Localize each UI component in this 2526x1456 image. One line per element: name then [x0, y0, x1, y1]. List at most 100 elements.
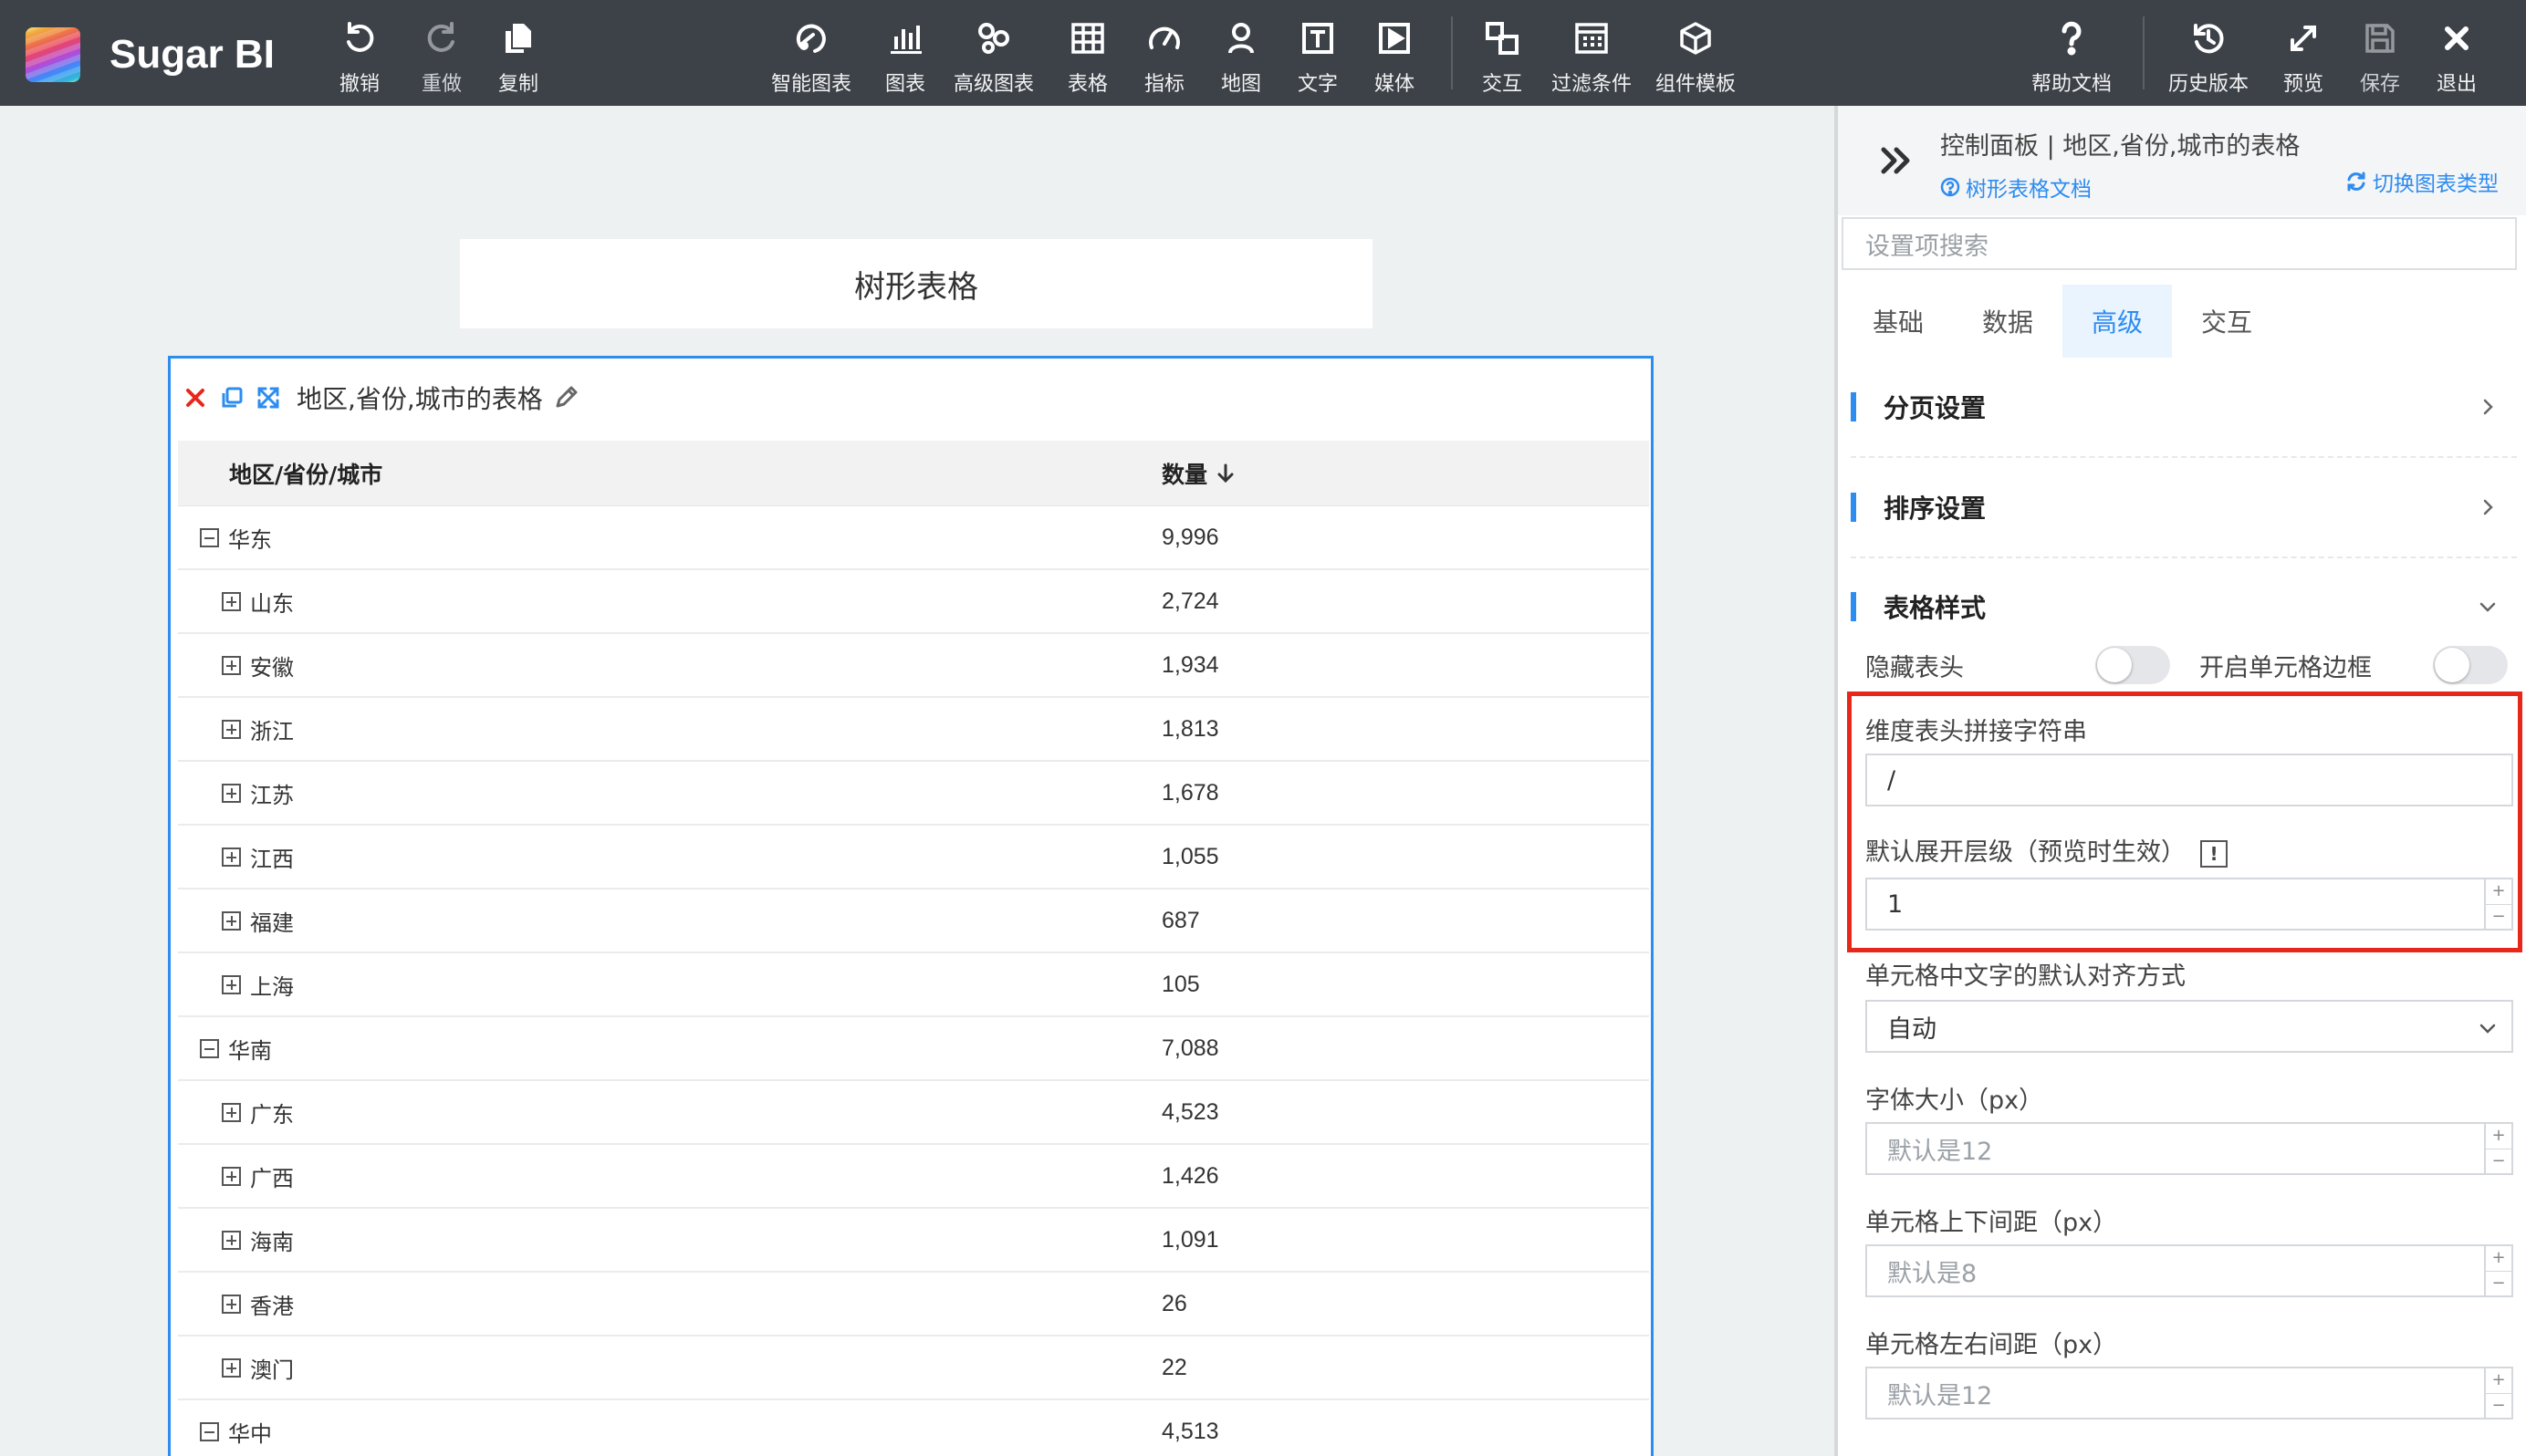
duplicate-widget-button[interactable] [218, 384, 245, 411]
cell-border-toggle[interactable] [2433, 646, 2508, 684]
decrement-button[interactable]: − [2486, 1394, 2511, 1419]
close-icon [186, 389, 204, 407]
report-title-box[interactable]: 树形表格 [460, 239, 1373, 328]
cell-horizontal-padding-input[interactable]: 默认是12 + − [1865, 1367, 2513, 1420]
cell-border-label: 开启单元格边框 [2199, 654, 2372, 682]
expand-node-icon[interactable] [222, 783, 241, 803]
expand-node-icon[interactable] [222, 591, 241, 611]
increment-button[interactable]: + [2486, 1124, 2511, 1149]
decrement-button[interactable]: − [2486, 1149, 2511, 1174]
tree-node-label: 江苏 [250, 782, 294, 808]
table-row[interactable]: 江苏 1,678 [178, 762, 1649, 826]
table-row[interactable]: 江西 1,055 [178, 826, 1649, 889]
chart-button[interactable]: 图表 [885, 20, 925, 97]
table-row[interactable]: 海南 1,091 [178, 1209, 1649, 1273]
decrement-button[interactable]: − [2486, 1272, 2511, 1296]
table-row[interactable]: 广东 4,523 [178, 1081, 1649, 1145]
media-button[interactable]: 媒体 [1374, 20, 1414, 97]
filter-button[interactable]: 过滤条件 [1551, 20, 1632, 97]
table-header: 地区/省份/城市 数量 [178, 441, 1649, 506]
section-table-style[interactable]: 表格样式 [1851, 556, 2517, 657]
save-button[interactable]: 保存 [2360, 20, 2400, 97]
chevron-right-icon [2483, 499, 2493, 515]
sort-desc-icon[interactable] [1215, 463, 1237, 484]
delete-widget-button[interactable] [182, 384, 209, 411]
count-cell: 9,996 [1162, 524, 1219, 550]
increment-button[interactable]: + [2486, 1368, 2511, 1394]
section-marker [1851, 493, 1856, 522]
hide-header-toggle[interactable] [2095, 646, 2170, 684]
help-docs-button[interactable]: 帮助文档 [2031, 20, 2112, 97]
column-header-count[interactable]: 数量 [1162, 457, 1237, 490]
switch-chart-type-link[interactable]: 切换图表类型 [2345, 166, 2499, 197]
tab-basic[interactable]: 基础 [1843, 285, 1953, 358]
smart-chart-button[interactable]: 智能图表 [771, 20, 851, 97]
exit-button[interactable]: 退出 [2437, 20, 2477, 97]
text-align-select[interactable]: 自动 [1865, 1000, 2513, 1053]
expand-node-icon[interactable] [222, 1357, 241, 1378]
expand-node-icon[interactable] [222, 719, 241, 739]
undo-button[interactable]: 撤销 [339, 20, 380, 97]
increment-button[interactable]: + [2486, 1246, 2511, 1272]
text-button[interactable]: 文字 [1298, 20, 1338, 97]
tab-interaction[interactable]: 交互 [2172, 285, 2281, 358]
collapse-node-icon[interactable] [200, 1421, 219, 1441]
tab-advanced[interactable]: 高级 [2062, 285, 2172, 358]
fullscreen-widget-button[interactable] [255, 384, 282, 411]
edit-title-icon[interactable] [552, 384, 579, 411]
count-cell: 4,513 [1162, 1418, 1219, 1444]
expand-node-icon[interactable] [222, 1166, 241, 1186]
section-sorting[interactable]: 排序设置 [1851, 458, 2517, 558]
table-button[interactable]: 表格 [1068, 20, 1108, 97]
tree-table-widget[interactable]: 地区,省份,城市的表格 地区/省份/城市 数量 华东 9,996 山东 2,724 安徽… [168, 356, 1654, 1456]
column-header-dimension[interactable]: 地区/省份/城市 [178, 457, 1162, 490]
table-row[interactable]: 华东 9,996 [178, 506, 1649, 570]
table-row[interactable]: 香港 26 [178, 1273, 1649, 1336]
expand-node-icon[interactable] [222, 1294, 241, 1314]
redo-icon [427, 22, 454, 52]
table-row[interactable]: 浙江 1,813 [178, 698, 1649, 762]
hide-header-label: 隐藏表头 [1865, 654, 1964, 682]
advanced-chart-button[interactable]: 高级图表 [954, 20, 1034, 97]
redo-button[interactable]: 帮助文档 重做 [422, 20, 462, 97]
toolbar-divider [1451, 16, 1453, 89]
preview-button[interactable]: 预览 [2283, 20, 2323, 97]
table-row[interactable]: 山东 2,724 [178, 570, 1649, 634]
tree-cell: 华东 [178, 522, 1162, 554]
tab-data[interactable]: 数据 [1953, 285, 2062, 358]
collapse-panel-icon[interactable] [1876, 140, 1916, 181]
table-row[interactable]: 华中 4,513 [178, 1400, 1649, 1456]
map-button[interactable]: 地图 [1221, 20, 1261, 97]
expand-node-icon[interactable] [222, 847, 241, 867]
panel-header: 控制面板 | 地区,省份,城市的表格 树形表格文档 切换图表类型 [1838, 106, 2526, 215]
expand-node-icon[interactable] [222, 655, 241, 675]
tree-node-label: 山东 [250, 590, 294, 617]
cell-vertical-padding-input[interactable]: 默认是8 + − [1865, 1244, 2513, 1297]
table-row[interactable]: 华南 7,088 [178, 1017, 1649, 1081]
tree-node-label: 香港 [250, 1293, 294, 1319]
expand-node-icon[interactable] [222, 1102, 241, 1122]
table-row[interactable]: 澳门 22 [178, 1336, 1649, 1400]
font-size-label: 字体大小（px） [1865, 1087, 2044, 1115]
table-row[interactable]: 福建 687 [178, 889, 1649, 953]
copy-button[interactable]: 复制 [498, 20, 538, 97]
font-size-input[interactable]: 默认是12 + − [1865, 1122, 2513, 1175]
count-cell: 22 [1162, 1354, 1187, 1380]
tree-table-doc-link[interactable]: 树形表格文档 [1940, 172, 2092, 203]
collapse-node-icon[interactable] [200, 527, 219, 547]
metric-button[interactable]: 指标 [1144, 20, 1185, 97]
history-button[interactable]: 历史版本 [2168, 20, 2249, 97]
table-row[interactable]: 广西 1,426 [178, 1145, 1649, 1209]
settings-search-input[interactable]: 设置项搜索 [1842, 217, 2517, 270]
section-pagination[interactable]: 分页设置 [1851, 358, 2517, 458]
component-template-button[interactable]: 组件模板 [1655, 20, 1736, 97]
expand-node-icon[interactable] [222, 910, 241, 931]
collapse-node-icon[interactable] [200, 1038, 219, 1058]
tree-node-label: 上海 [250, 973, 294, 1000]
expand-node-icon[interactable] [222, 974, 241, 994]
expand-node-icon[interactable] [222, 1230, 241, 1250]
table-row[interactable]: 上海 105 [178, 953, 1649, 1017]
media-icon [1379, 23, 1410, 54]
interaction-button[interactable]: 交互 [1482, 20, 1522, 97]
table-row[interactable]: 安徽 1,934 [178, 634, 1649, 698]
